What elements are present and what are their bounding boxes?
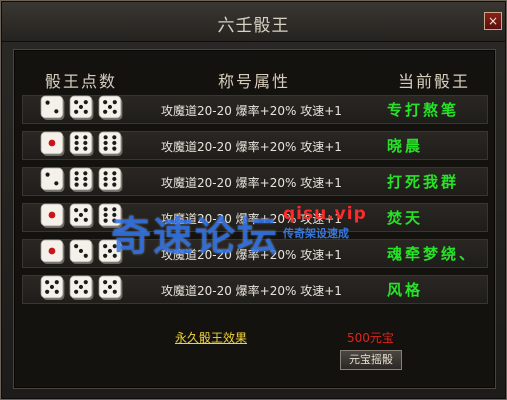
title-bar[interactable]: 六壬骰王 ×: [2, 2, 505, 42]
die-face-icon: [98, 131, 123, 156]
dice-king-row: 攻魔道20-20 爆率+20% 攻速+1 打死我群: [22, 167, 488, 196]
header-title-attribute: 称号属性: [218, 72, 291, 91]
dice-combination: [40, 202, 124, 232]
title-attribute-text: 攻魔道20-20 爆率+20% 攻速+1: [161, 248, 342, 262]
dice-combination: [40, 94, 124, 124]
dice-king-row: 攻魔道20-20 爆率+20% 攻速+1 晓晨: [22, 131, 488, 160]
permanent-effect-link[interactable]: 永久骰王效果: [175, 329, 247, 346]
current-king-name: 魂牵梦绕、: [387, 245, 478, 263]
die-face-icon: [98, 275, 123, 300]
header-dice-points: 骰王点数: [45, 72, 118, 91]
die-face-icon: [69, 167, 94, 192]
die-face-icon: [40, 95, 65, 120]
die-face-icon: [98, 203, 123, 228]
dice-king-row: 攻魔道20-20 爆率+20% 攻速+1 焚天: [22, 203, 488, 232]
die-face-icon: [69, 131, 94, 156]
die-face-icon: [69, 275, 94, 300]
die-face-icon: [40, 203, 65, 228]
header-current-king: 当前骰王: [398, 72, 471, 91]
dice-combination: [40, 238, 124, 268]
dice-king-row: 攻魔道20-20 爆率+20% 攻速+1 专打熬笔: [22, 95, 488, 124]
die-face-icon: [69, 203, 94, 228]
current-king-name: 风格: [387, 281, 424, 299]
title-attribute-text: 攻魔道20-20 爆率+20% 攻速+1: [161, 212, 342, 226]
die-face-icon: [69, 95, 94, 120]
current-king-name: 焚天: [387, 209, 424, 227]
dice-combination: [40, 130, 124, 160]
die-face-icon: [40, 131, 65, 156]
dice-combination: [40, 166, 124, 196]
dice-king-row: 攻魔道20-20 爆率+20% 攻速+1 风格: [22, 275, 488, 304]
dice-combination: [40, 274, 124, 304]
die-face-icon: [69, 239, 94, 264]
current-king-name: 晓晨: [387, 137, 424, 155]
dice-king-window: 六壬骰王 × 骰王点数 称号属性 当前骰王 攻魔道20-20 爆率+20% 攻速…: [0, 0, 507, 400]
title-attribute-text: 攻魔道20-20 爆率+20% 攻速+1: [161, 104, 342, 118]
title-attribute-text: 攻魔道20-20 爆率+20% 攻速+1: [161, 176, 342, 190]
close-button[interactable]: ×: [484, 12, 502, 30]
die-face-icon: [98, 167, 123, 192]
ingot-roll-button[interactable]: 元宝摇骰: [340, 350, 402, 370]
roll-price: 500元宝: [347, 331, 394, 345]
die-face-icon: [98, 95, 123, 120]
die-face-icon: [40, 167, 65, 192]
title-attribute-text: 攻魔道20-20 爆率+20% 攻速+1: [161, 140, 342, 154]
current-king-name: 专打熬笔: [387, 101, 460, 119]
window-title: 六壬骰王: [217, 16, 290, 36]
current-king-name: 打死我群: [387, 173, 460, 191]
die-face-icon: [98, 239, 123, 264]
dice-king-row: 攻魔道20-20 爆率+20% 攻速+1 魂牵梦绕、: [22, 239, 488, 268]
die-face-icon: [40, 239, 65, 264]
die-face-icon: [40, 275, 65, 300]
title-attribute-text: 攻魔道20-20 爆率+20% 攻速+1: [161, 284, 342, 298]
dice-king-panel: 骰王点数 称号属性 当前骰王 攻魔道20-20 爆率+20% 攻速+1 专打熬笔攻…: [13, 49, 496, 389]
